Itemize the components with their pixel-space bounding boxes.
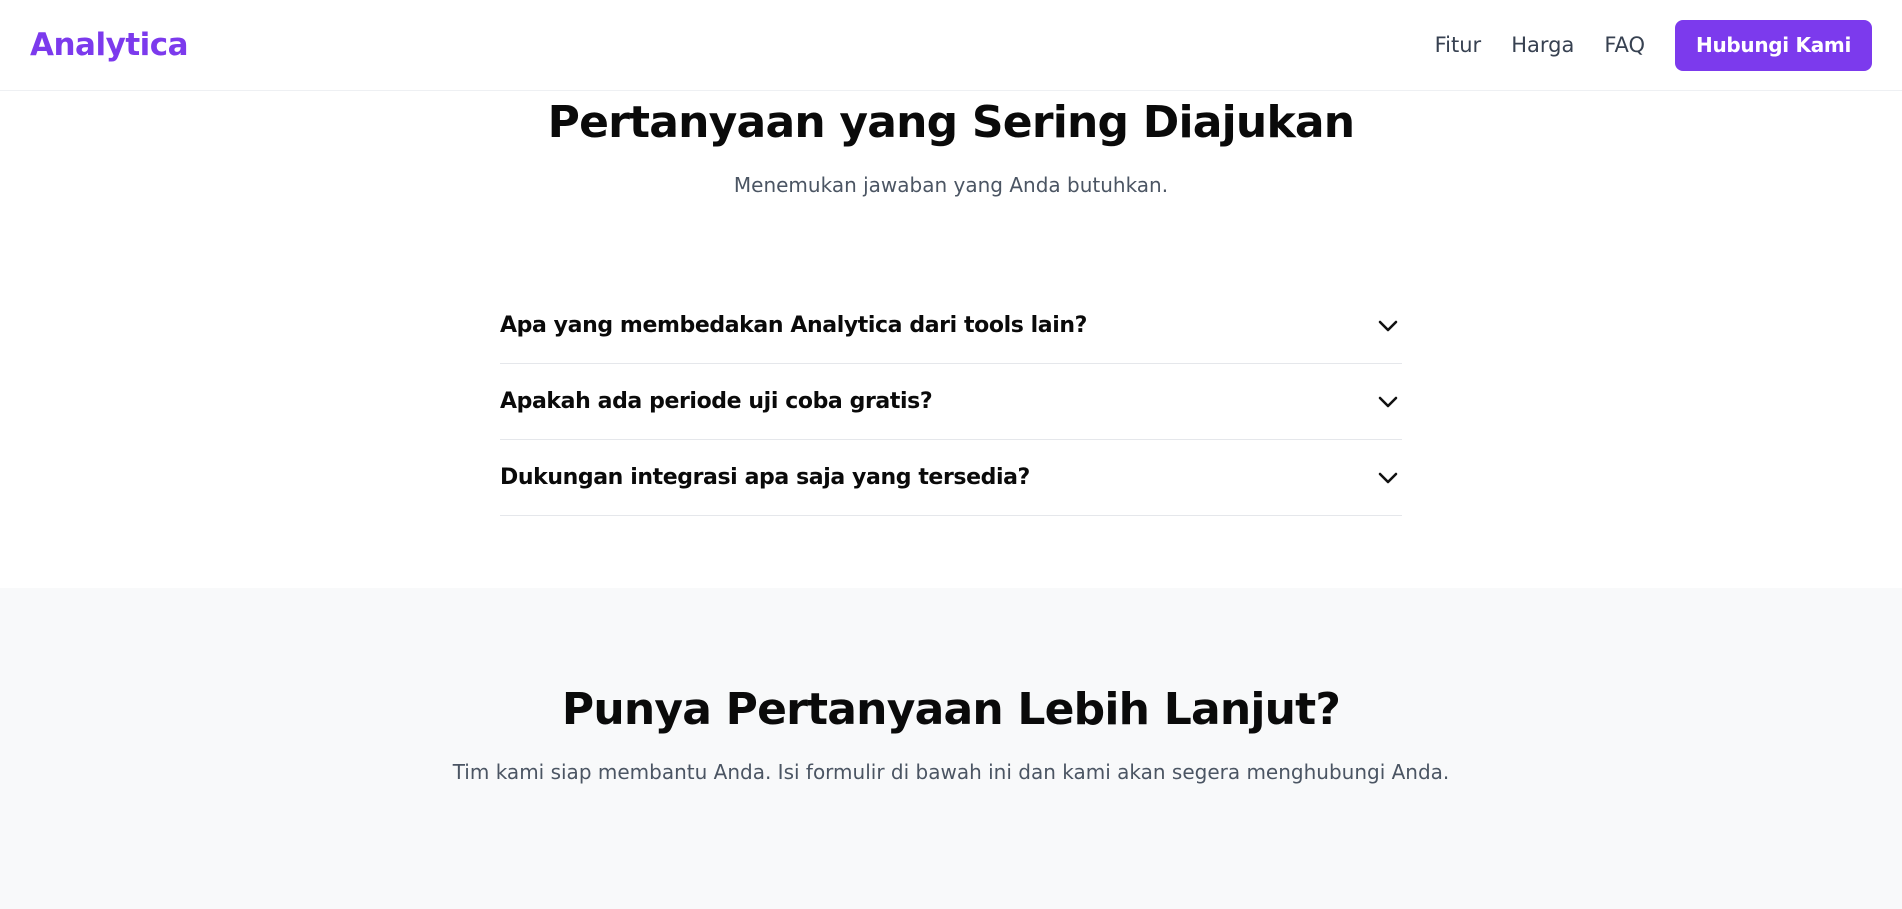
contact-us-button[interactable]: Hubungi Kami bbox=[1675, 19, 1872, 71]
chevron-down-icon bbox=[1376, 466, 1400, 490]
faq-question: Apakah ada periode uji coba gratis? bbox=[500, 389, 933, 414]
chevron-down-icon bbox=[1376, 390, 1400, 414]
contact-section: Punya Pertanyaan Lebih Lanjut? Tim kami … bbox=[0, 588, 1902, 909]
faq-item[interactable]: Apa yang membedakan Analytica dari tools… bbox=[500, 288, 1402, 364]
navbar: Analytica Fitur Harga FAQ Hubungi Kami bbox=[0, 0, 1902, 91]
faq-subtitle: Menemukan jawaban yang Anda butuhkan. bbox=[733, 173, 1169, 197]
contact-title: Punya Pertanyaan Lebih Lanjut? bbox=[561, 684, 1341, 735]
nav-link-faq[interactable]: FAQ bbox=[1604, 33, 1645, 57]
faq-section: Pertanyaan yang Sering Diajukan Menemuka… bbox=[0, 91, 1902, 588]
contact-subtitle: Tim kami siap membantu Anda. Isi formuli… bbox=[452, 760, 1450, 784]
nav-link-fitur[interactable]: Fitur bbox=[1435, 33, 1482, 57]
faq-question: Apa yang membedakan Analytica dari tools… bbox=[500, 313, 1088, 338]
nav-link-harga[interactable]: Harga bbox=[1511, 33, 1574, 57]
chevron-down-icon bbox=[1376, 314, 1400, 338]
nav-menu: Fitur Harga FAQ Hubungi Kami bbox=[1435, 19, 1872, 71]
faq-accordion: Apa yang membedakan Analytica dari tools… bbox=[500, 313, 1402, 516]
faq-title: Pertanyaan yang Sering Diajukan bbox=[547, 97, 1356, 148]
brand-logo[interactable]: Analytica bbox=[30, 27, 189, 63]
faq-item[interactable]: Dukungan integrasi apa saja yang tersedi… bbox=[500, 440, 1402, 516]
faq-question: Dukungan integrasi apa saja yang tersedi… bbox=[500, 465, 1030, 490]
faq-item[interactable]: Apakah ada periode uji coba gratis? bbox=[500, 364, 1402, 440]
